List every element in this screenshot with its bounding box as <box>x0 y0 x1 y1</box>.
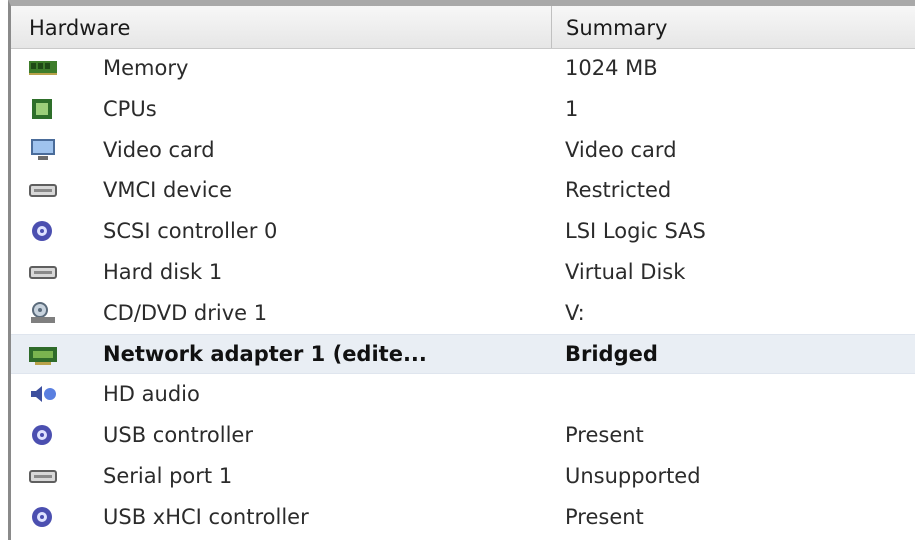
hardware-row-cd-dvd-drive[interactable]: CD/DVD drive 1 V: <box>11 293 915 334</box>
network-icon <box>29 344 57 366</box>
hardware-row-usb-xhci-controller[interactable]: USB xHCI controller Present <box>11 497 915 538</box>
hardware-summary: 1024 MB <box>565 56 658 80</box>
hardware-name: Video card <box>103 137 215 162</box>
hardware-name: CD/DVD drive 1 <box>103 300 268 325</box>
device-icon <box>29 261 57 283</box>
hardware-row-video-card[interactable]: Video card Video card <box>11 130 915 171</box>
controller-icon <box>29 220 57 242</box>
hardware-name: Network adapter 1 (edite... <box>103 341 427 366</box>
hardware-row-cpus[interactable]: CPUs 1 <box>11 89 915 130</box>
hardware-row-network-adapter[interactable]: Network adapter 1 (edite... Bridged <box>11 333 915 375</box>
hardware-panel: Hardware Summary Memory 1024 MB CPUs 1 V… <box>8 0 915 540</box>
hardware-summary: Present <box>565 504 644 529</box>
device-icon <box>29 465 57 487</box>
hardware-row-scsi-controller[interactable]: SCSI controller 0 LSI Logic SAS <box>11 211 915 252</box>
hardware-summary: Present <box>565 423 644 448</box>
memory-icon <box>29 57 57 79</box>
hardware-name: CPUs <box>103 96 157 121</box>
hardware-summary: Bridged <box>565 341 658 366</box>
hardware-summary: LSI Logic SAS <box>565 219 706 244</box>
hardware-name: Memory <box>103 56 189 80</box>
hardware-list: Memory 1024 MB CPUs 1 Video card Video c… <box>11 48 915 538</box>
hardware-name: USB controller <box>103 423 253 448</box>
hardware-row-usb-controller[interactable]: USB controller Present <box>11 415 915 456</box>
hardware-row-memory[interactable]: Memory 1024 MB <box>11 48 915 89</box>
hardware-summary: V: <box>565 300 585 325</box>
hardware-name: VMCI device <box>103 178 232 203</box>
hardware-name: Serial port 1 <box>103 463 233 488</box>
hardware-row-vmci-device[interactable]: VMCI device Restricted <box>11 170 915 211</box>
hardware-summary: Virtual Disk <box>565 259 686 284</box>
hardware-name: USB xHCI controller <box>103 504 309 529</box>
hardware-name: HD audio <box>103 382 200 407</box>
monitor-icon <box>29 138 57 161</box>
hardware-summary: Restricted <box>565 178 672 203</box>
controller-icon <box>29 506 57 528</box>
table-header: Hardware Summary <box>11 6 915 49</box>
hardware-row-serial-port[interactable]: Serial port 1 Unsupported <box>11 456 915 497</box>
column-header-summary[interactable]: Summary <box>551 6 915 48</box>
hardware-row-hd-audio[interactable]: HD audio <box>11 374 915 415</box>
hardware-summary: 1 <box>565 96 579 121</box>
hardware-summary: Video card <box>565 137 677 162</box>
cd-drive-icon <box>29 301 57 324</box>
controller-icon <box>29 424 57 446</box>
column-header-hardware[interactable]: Hardware <box>29 6 549 48</box>
hardware-row-hard-disk[interactable]: Hard disk 1 Virtual Disk <box>11 252 915 293</box>
speaker-icon <box>29 383 57 405</box>
hardware-name: Hard disk 1 <box>103 259 223 284</box>
hardware-name: SCSI controller 0 <box>103 219 278 244</box>
cpu-icon <box>29 98 57 120</box>
hardware-summary: Unsupported <box>565 463 701 488</box>
device-icon <box>29 179 57 201</box>
